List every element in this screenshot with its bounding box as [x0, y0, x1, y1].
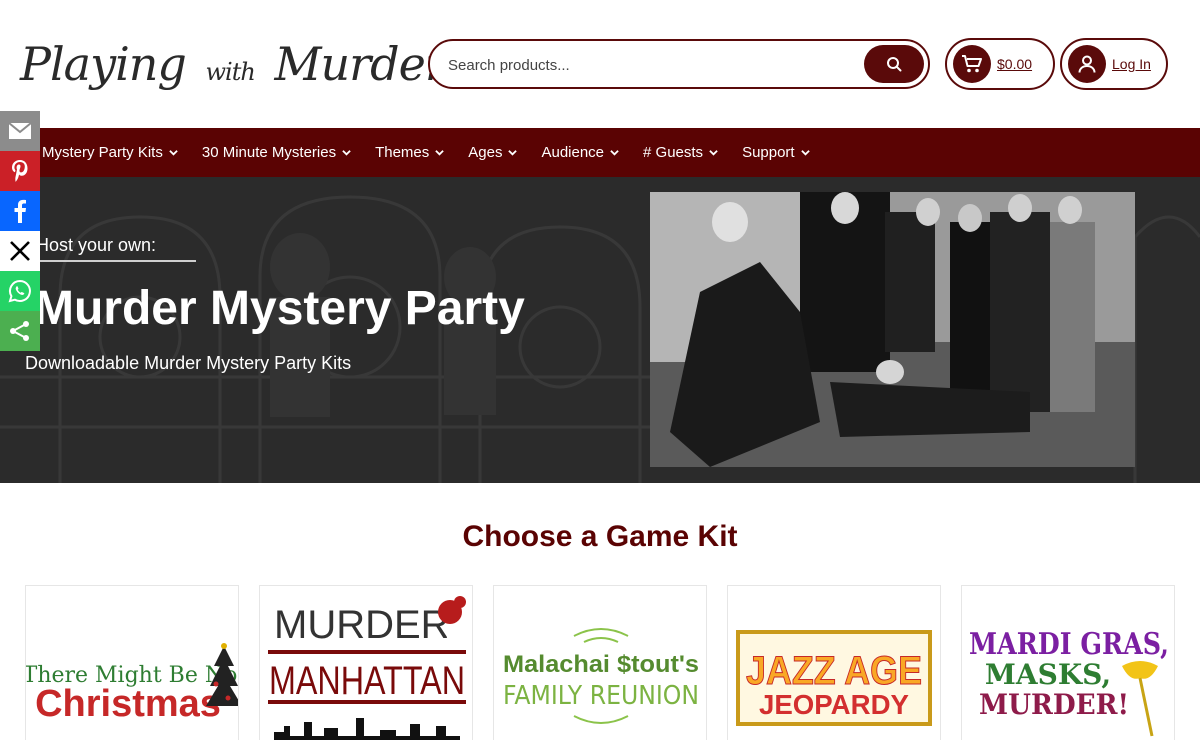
share-email-button[interactable] — [0, 111, 40, 151]
logo-word-2: with — [205, 58, 255, 86]
product-title-line2: IN — [446, 630, 456, 641]
login-label: Log In — [1112, 56, 1151, 72]
product-title-line2: FAMILY REUNION — [503, 681, 699, 711]
search-button[interactable] — [864, 45, 924, 83]
hero-title: Murder Mystery Party — [34, 282, 525, 335]
product-image: Malachai $tout's FAMILY REUNION — [503, 628, 699, 724]
product-grid: There Might Be No Christmas MURDER IN MA… — [25, 585, 1175, 740]
main-nav: Mystery Party Kits 30 Minute Mysteries T… — [0, 128, 1200, 177]
product-title-line2: MASKS, — [985, 658, 1111, 691]
more-icon — [10, 321, 29, 341]
product-title-line3: MANHATTAN — [269, 659, 465, 703]
nav-item-audience[interactable]: Audience — [541, 144, 619, 161]
chevron-down-icon — [800, 150, 810, 156]
logo-word-1: Playing — [20, 37, 187, 91]
product-card[interactable]: There Might Be No Christmas — [25, 585, 239, 740]
nav-item-support[interactable]: Support — [742, 144, 810, 161]
nav-item-label: Audience — [541, 144, 605, 161]
product-title-line2: Christmas — [35, 683, 221, 725]
product-image: JAZZ AGE JEOPARDY — [736, 630, 932, 726]
share-pinterest-button[interactable] — [0, 151, 40, 191]
nav-item-guests[interactable]: # Guests — [643, 144, 718, 161]
product-title-line3: MURDER! — [979, 688, 1129, 721]
site-header: Playing with Murder $0.00 — [0, 0, 1200, 128]
party-scene-image — [650, 192, 1135, 467]
whatsapp-icon — [8, 279, 31, 303]
social-share-bar — [0, 111, 40, 351]
nav-item-label: Mystery Party Kits — [42, 144, 163, 161]
pinterest-icon — [12, 160, 28, 182]
user-icon-badge — [1068, 45, 1106, 83]
login-button[interactable]: Log In — [1060, 38, 1168, 90]
chevron-down-icon — [169, 150, 178, 156]
nav-item-ages[interactable]: Ages — [468, 144, 518, 161]
x-icon — [10, 241, 30, 261]
hero-divider — [36, 260, 196, 262]
chevron-down-icon — [342, 150, 351, 156]
chevron-down-icon — [709, 150, 718, 156]
share-more-button[interactable] — [0, 311, 40, 351]
nav-item-label: Themes — [375, 144, 430, 161]
hero-banner: Host your own: Murder Mystery Party Down… — [0, 177, 1200, 483]
facebook-icon — [14, 199, 26, 223]
nav-item-label: # Guests — [643, 144, 704, 161]
section-title: Choose a Game Kit — [462, 520, 738, 553]
chevron-down-icon — [508, 150, 518, 156]
product-card[interactable]: JAZZ AGE JEOPARDY — [727, 585, 941, 740]
search-icon — [887, 57, 902, 72]
product-card[interactable]: MURDER IN MANHATTAN — [259, 585, 473, 740]
product-image: MURDER IN MANHATTAN — [268, 596, 466, 740]
chevron-down-icon — [435, 150, 445, 156]
share-facebook-button[interactable] — [0, 191, 40, 231]
nav-item-30-minute-mysteries[interactable]: 30 Minute Mysteries — [202, 144, 351, 161]
cart-icon — [962, 55, 982, 73]
product-title-line1: MURDER — [274, 603, 450, 647]
hero-kicker: Host your own: — [36, 235, 157, 255]
share-x-button[interactable] — [0, 231, 40, 271]
search-input[interactable] — [448, 51, 868, 79]
hero-subtitle: Downloadable Murder Mystery Party Kits — [25, 353, 352, 373]
nav-item-label: 30 Minute Mysteries — [201, 144, 337, 161]
product-title-line1: MARDI GRAS, — [969, 627, 1169, 662]
site-logo[interactable]: Playing with Murder — [20, 24, 447, 104]
cart-icon-badge — [953, 45, 991, 83]
hero-photo — [650, 192, 1135, 467]
logo-word-3: Murder — [274, 37, 446, 91]
email-icon — [8, 122, 32, 139]
product-title-line1: Malachai $tout's — [503, 651, 699, 678]
search-bar — [428, 39, 930, 89]
nav-item-label: Ages — [468, 144, 503, 161]
share-whatsapp-button[interactable] — [0, 271, 40, 311]
chevron-down-icon — [610, 150, 619, 156]
cart-button[interactable]: $0.00 — [945, 38, 1055, 90]
product-title-line1: JAZZ AGE — [746, 649, 922, 693]
cart-total: $0.00 — [997, 56, 1033, 72]
product-card[interactable]: Malachai $tout's FAMILY REUNION — [493, 585, 707, 740]
product-image: MARDI GRAS, MASKS, MURDER! — [969, 627, 1169, 737]
user-icon — [1078, 55, 1096, 73]
nav-item-themes[interactable]: Themes — [375, 144, 445, 161]
product-title-line2: JEOPARDY — [759, 689, 909, 720]
nav-item-label: Support — [742, 144, 795, 161]
nav-item-mystery-party-kits[interactable]: Mystery Party Kits — [42, 144, 178, 161]
product-card[interactable]: MARDI GRAS, MASKS, MURDER! — [961, 585, 1175, 740]
product-image: There Might Be No Christmas — [26, 643, 238, 725]
